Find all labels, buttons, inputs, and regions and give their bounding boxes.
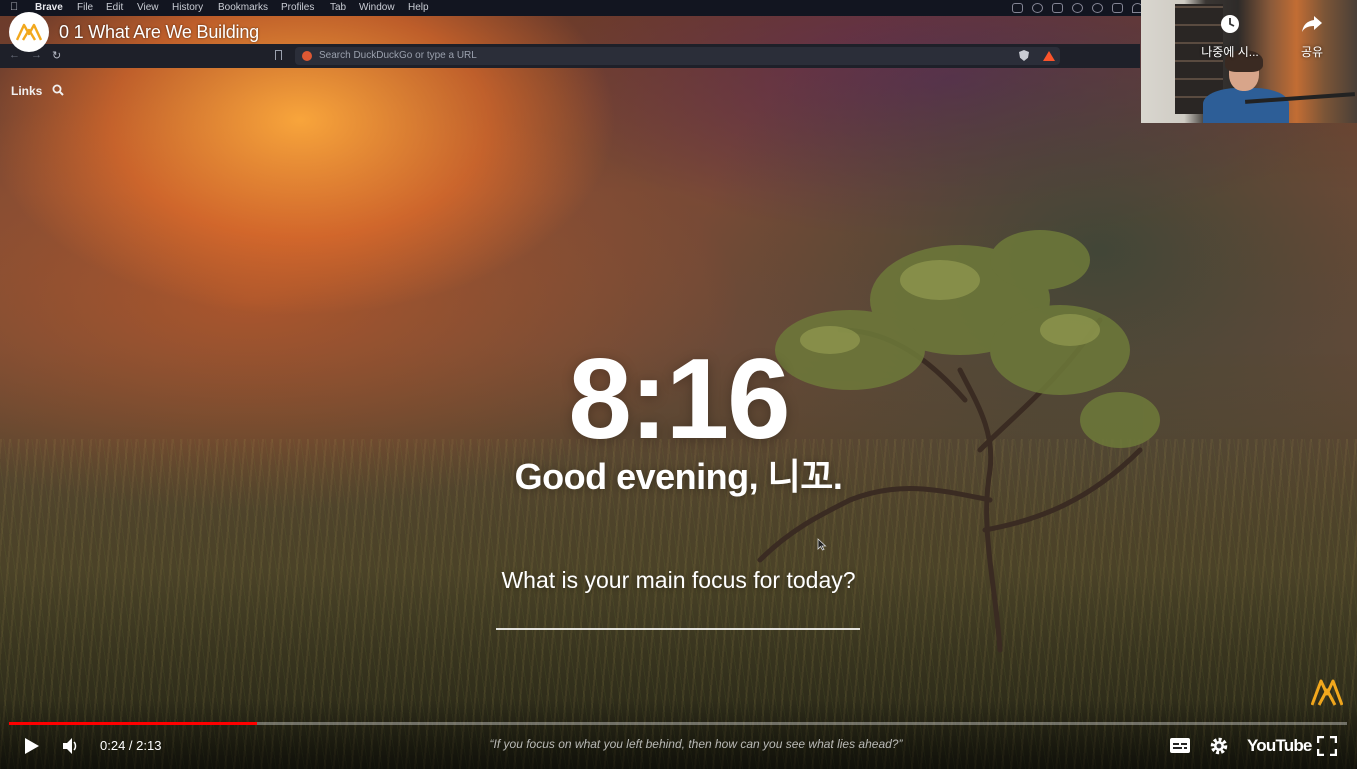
browser-toolbar: ← → ↻ Search DuckDuckGo or type a URL bbox=[0, 44, 1140, 68]
player-controls-gradient bbox=[0, 700, 1357, 769]
brave-rewards-icon[interactable] bbox=[1043, 51, 1055, 61]
fullscreen-icon[interactable] bbox=[1317, 736, 1337, 756]
menu-history[interactable]: History bbox=[172, 0, 203, 16]
share-arrow-icon bbox=[1302, 16, 1322, 32]
duckduckgo-icon bbox=[302, 51, 312, 61]
greeting-text: Good evening, 니꼬. bbox=[514, 456, 843, 497]
momentum-quote: “If you focus on what you left behind, t… bbox=[489, 737, 903, 751]
watch-later-label: 나중에 시... bbox=[1201, 45, 1259, 59]
youtube-logo[interactable]: YouTube bbox=[1247, 736, 1312, 756]
address-placeholder: Search DuckDuckGo or type a URL bbox=[319, 50, 477, 61]
video-title[interactable]: 0 1 What Are We Building bbox=[59, 21, 259, 43]
menu-window[interactable]: Window bbox=[359, 0, 395, 16]
menu-app-name[interactable]: Brave bbox=[35, 0, 63, 16]
search-icon[interactable] bbox=[52, 84, 64, 96]
menu-view[interactable]: View bbox=[137, 0, 159, 16]
cloud-icon[interactable] bbox=[1052, 3, 1063, 13]
progress-bar[interactable] bbox=[9, 722, 1347, 725]
nomad-logo-icon bbox=[16, 23, 42, 41]
channel-avatar[interactable] bbox=[9, 12, 49, 52]
watch-later-button[interactable]: 나중에 시... bbox=[1190, 14, 1270, 60]
history-icon[interactable] bbox=[1092, 3, 1103, 13]
reload-icon[interactable]: ↻ bbox=[52, 49, 61, 62]
clock-time: 8:16 bbox=[568, 336, 790, 463]
bookmark-icon[interactable] bbox=[275, 50, 282, 60]
subtitles-icon[interactable] bbox=[1170, 738, 1190, 753]
menu-file[interactable]: File bbox=[77, 0, 93, 16]
system-status-icons bbox=[1012, 3, 1143, 13]
menu-help[interactable]: Help bbox=[408, 0, 429, 16]
menu-bookmarks[interactable]: Bookmarks bbox=[218, 0, 268, 16]
menu-profiles[interactable]: Profiles bbox=[281, 0, 314, 16]
focus-question: What is your main focus for today? bbox=[501, 567, 856, 593]
share-button[interactable]: 공유 bbox=[1290, 14, 1334, 60]
address-bar[interactable]: Search DuckDuckGo or type a URL bbox=[295, 47, 1060, 65]
clock-icon bbox=[1221, 15, 1239, 33]
status-icon[interactable] bbox=[1032, 3, 1043, 13]
screen-record-icon[interactable] bbox=[1012, 3, 1023, 13]
links-button[interactable]: Links bbox=[11, 84, 42, 98]
back-arrow-icon[interactable]: ← bbox=[9, 49, 20, 61]
settings-gear-icon[interactable] bbox=[1209, 736, 1229, 756]
mouse-cursor-icon bbox=[817, 538, 827, 551]
focus-input[interactable] bbox=[496, 606, 860, 630]
presenter-body bbox=[1203, 88, 1289, 123]
bluetooth-icon[interactable] bbox=[1112, 3, 1123, 13]
progress-played bbox=[9, 722, 257, 725]
share-label: 공유 bbox=[1300, 45, 1324, 59]
sync-icon[interactable] bbox=[1072, 3, 1083, 13]
menu-tab[interactable]: Tab bbox=[330, 0, 346, 16]
apple-icon[interactable]:  bbox=[10, 0, 18, 15]
menu-edit[interactable]: Edit bbox=[106, 0, 123, 16]
